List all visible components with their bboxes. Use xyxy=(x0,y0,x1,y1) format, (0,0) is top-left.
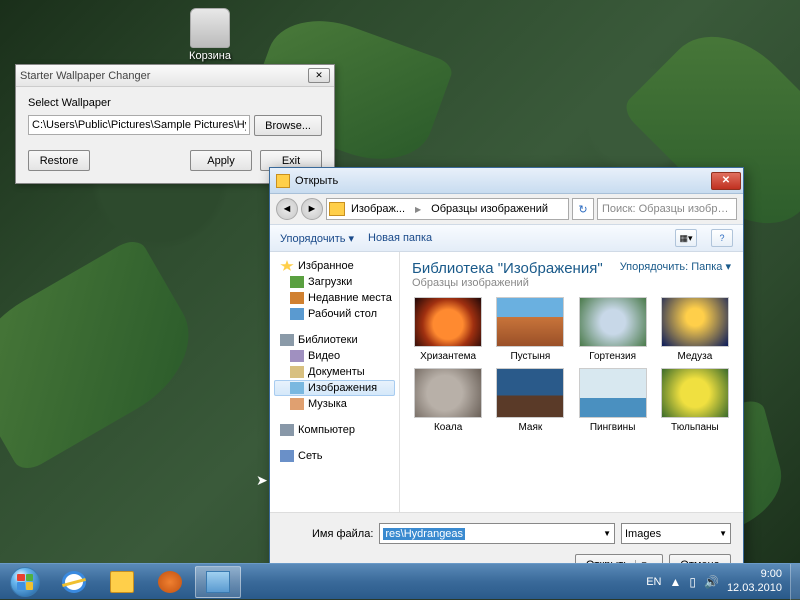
tray-network-icon[interactable]: ▯ xyxy=(689,575,696,589)
recycle-bin[interactable]: Корзина xyxy=(180,8,240,62)
changer-window: Starter Wallpaper Changer ✕ Select Wallp… xyxy=(15,64,335,184)
tree-video[interactable]: Видео xyxy=(274,348,395,364)
taskbar-explorer[interactable] xyxy=(99,566,145,598)
folder-icon xyxy=(329,202,345,216)
start-button[interactable] xyxy=(4,566,46,598)
tree-downloads[interactable]: Загрузки xyxy=(274,274,395,290)
tree-network[interactable]: Сеть xyxy=(274,448,395,464)
recent-icon xyxy=(290,292,304,304)
filename-input[interactable]: res\Hydrangeas ▼ xyxy=(379,523,615,544)
dialog-title-text: Открыть xyxy=(295,175,711,187)
close-icon[interactable]: ✕ xyxy=(711,172,741,190)
thumb-chrysanthemum[interactable]: Хризантема xyxy=(412,297,484,362)
sort-value[interactable]: Папка ▾ xyxy=(691,261,731,273)
filter-value: Images xyxy=(625,528,661,540)
music-icon xyxy=(290,398,304,410)
document-icon xyxy=(290,366,304,378)
tree-recent[interactable]: Недавние места xyxy=(274,290,395,306)
select-wallpaper-label: Select Wallpaper xyxy=(28,97,322,109)
open-dialog: Открыть ✕ ◄ ► Изображ... ▶ Образцы изобр… xyxy=(269,167,744,586)
windows-logo-icon xyxy=(10,567,40,597)
language-indicator[interactable]: EN xyxy=(646,576,661,588)
view-options-button[interactable]: ▦▾ xyxy=(675,229,697,247)
taskbar: EN ▲ ▯ 🔊 9:00 12.03.2010 xyxy=(0,563,800,599)
computer-icon xyxy=(280,424,294,436)
forward-button[interactable]: ► xyxy=(301,198,323,220)
desktop-icon xyxy=(290,308,304,320)
taskbar-ie[interactable] xyxy=(51,566,97,598)
filename-value: res\Hydrangeas xyxy=(383,528,465,540)
library-title: Библиотека "Изображения" xyxy=(412,260,620,277)
taskbar-app-active[interactable] xyxy=(195,566,241,598)
nav-tree: Избранное Загрузки Недавние места Рабочи… xyxy=(270,252,400,512)
sort-label: Упорядочить: xyxy=(620,261,689,273)
changer-titlebar[interactable]: Starter Wallpaper Changer ✕ xyxy=(16,65,334,87)
file-content: Библиотека "Изображения" Образцы изображ… xyxy=(400,252,743,512)
breadcrumb[interactable]: Изображ... ▶ Образцы изображений xyxy=(326,198,569,220)
tree-desktop[interactable]: Рабочий стол xyxy=(274,306,395,322)
download-icon xyxy=(290,276,304,288)
new-folder-button[interactable]: Новая папка xyxy=(368,232,432,244)
thumb-penguins[interactable]: Пингвины xyxy=(577,368,649,433)
chevron-right-icon[interactable]: ▶ xyxy=(411,205,425,214)
help-button[interactable]: ? xyxy=(711,229,733,247)
dialog-titlebar[interactable]: Открыть ✕ xyxy=(270,168,743,194)
tree-music[interactable]: Музыка xyxy=(274,396,395,412)
thumb-hydrangea[interactable]: Гортензия xyxy=(577,297,649,362)
taskbar-wmp[interactable] xyxy=(147,566,193,598)
star-icon xyxy=(280,260,294,272)
wallpaper-path-input[interactable] xyxy=(28,115,250,135)
file-filter[interactable]: Images ▼ xyxy=(621,523,731,544)
changer-title-text: Starter Wallpaper Changer xyxy=(20,70,308,82)
tree-computer[interactable]: Компьютер xyxy=(274,422,395,438)
search-placeholder: Поиск: Образцы изображений xyxy=(602,203,732,215)
wmp-icon xyxy=(158,571,182,593)
organize-menu[interactable]: Упорядочить ▾ xyxy=(280,232,354,245)
clock[interactable]: 9:00 12.03.2010 xyxy=(727,568,786,594)
recycle-bin-icon xyxy=(190,8,230,48)
clock-time: 9:00 xyxy=(727,568,782,581)
network-icon xyxy=(280,450,294,462)
tree-libraries[interactable]: Библиотеки xyxy=(274,332,395,348)
tray-flag-icon[interactable]: ▲ xyxy=(669,575,681,589)
restore-button[interactable]: Restore xyxy=(28,150,90,171)
explorer-icon xyxy=(110,571,134,593)
app-icon xyxy=(206,571,230,593)
clock-date: 12.03.2010 xyxy=(727,582,782,595)
tree-favorites[interactable]: Избранное xyxy=(274,258,395,274)
thumb-desert[interactable]: Пустыня xyxy=(494,297,566,362)
toolbar: Упорядочить ▾ Новая папка ▦▾ ? xyxy=(270,224,743,252)
filename-label: Имя файла: xyxy=(282,528,373,540)
tree-documents[interactable]: Документы xyxy=(274,364,395,380)
image-icon xyxy=(290,382,304,394)
video-icon xyxy=(290,350,304,362)
thumb-lighthouse[interactable]: Маяк xyxy=(494,368,566,433)
show-desktop-button[interactable] xyxy=(790,564,800,600)
crumb-folder[interactable]: Образцы изображений xyxy=(427,203,552,215)
thumb-koala[interactable]: Коала xyxy=(412,368,484,433)
thumb-tulips[interactable]: Тюльпаны xyxy=(659,368,731,433)
library-subtitle: Образцы изображений xyxy=(412,277,620,289)
ie-icon xyxy=(62,571,86,593)
back-button[interactable]: ◄ xyxy=(276,198,298,220)
close-icon[interactable]: ✕ xyxy=(308,68,330,83)
system-tray: EN ▲ ▯ 🔊 9:00 12.03.2010 xyxy=(642,568,790,594)
thumb-jellyfish[interactable]: Медуза xyxy=(659,297,731,362)
chevron-down-icon[interactable]: ▼ xyxy=(719,529,727,538)
refresh-button[interactable]: ↻ xyxy=(572,198,594,220)
recycle-bin-label: Корзина xyxy=(189,50,231,62)
apply-button[interactable]: Apply xyxy=(190,150,252,171)
browse-button[interactable]: Browse... xyxy=(254,115,322,136)
search-input[interactable]: Поиск: Образцы изображений xyxy=(597,198,737,220)
folder-icon xyxy=(276,174,290,188)
tree-images[interactable]: Изображения xyxy=(274,380,395,396)
chevron-down-icon[interactable]: ▼ xyxy=(603,529,611,538)
tray-volume-icon[interactable]: 🔊 xyxy=(704,575,719,589)
nav-bar: ◄ ► Изображ... ▶ Образцы изображений ↻ П… xyxy=(270,194,743,224)
crumb-library[interactable]: Изображ... xyxy=(347,203,409,215)
library-icon xyxy=(280,334,294,346)
